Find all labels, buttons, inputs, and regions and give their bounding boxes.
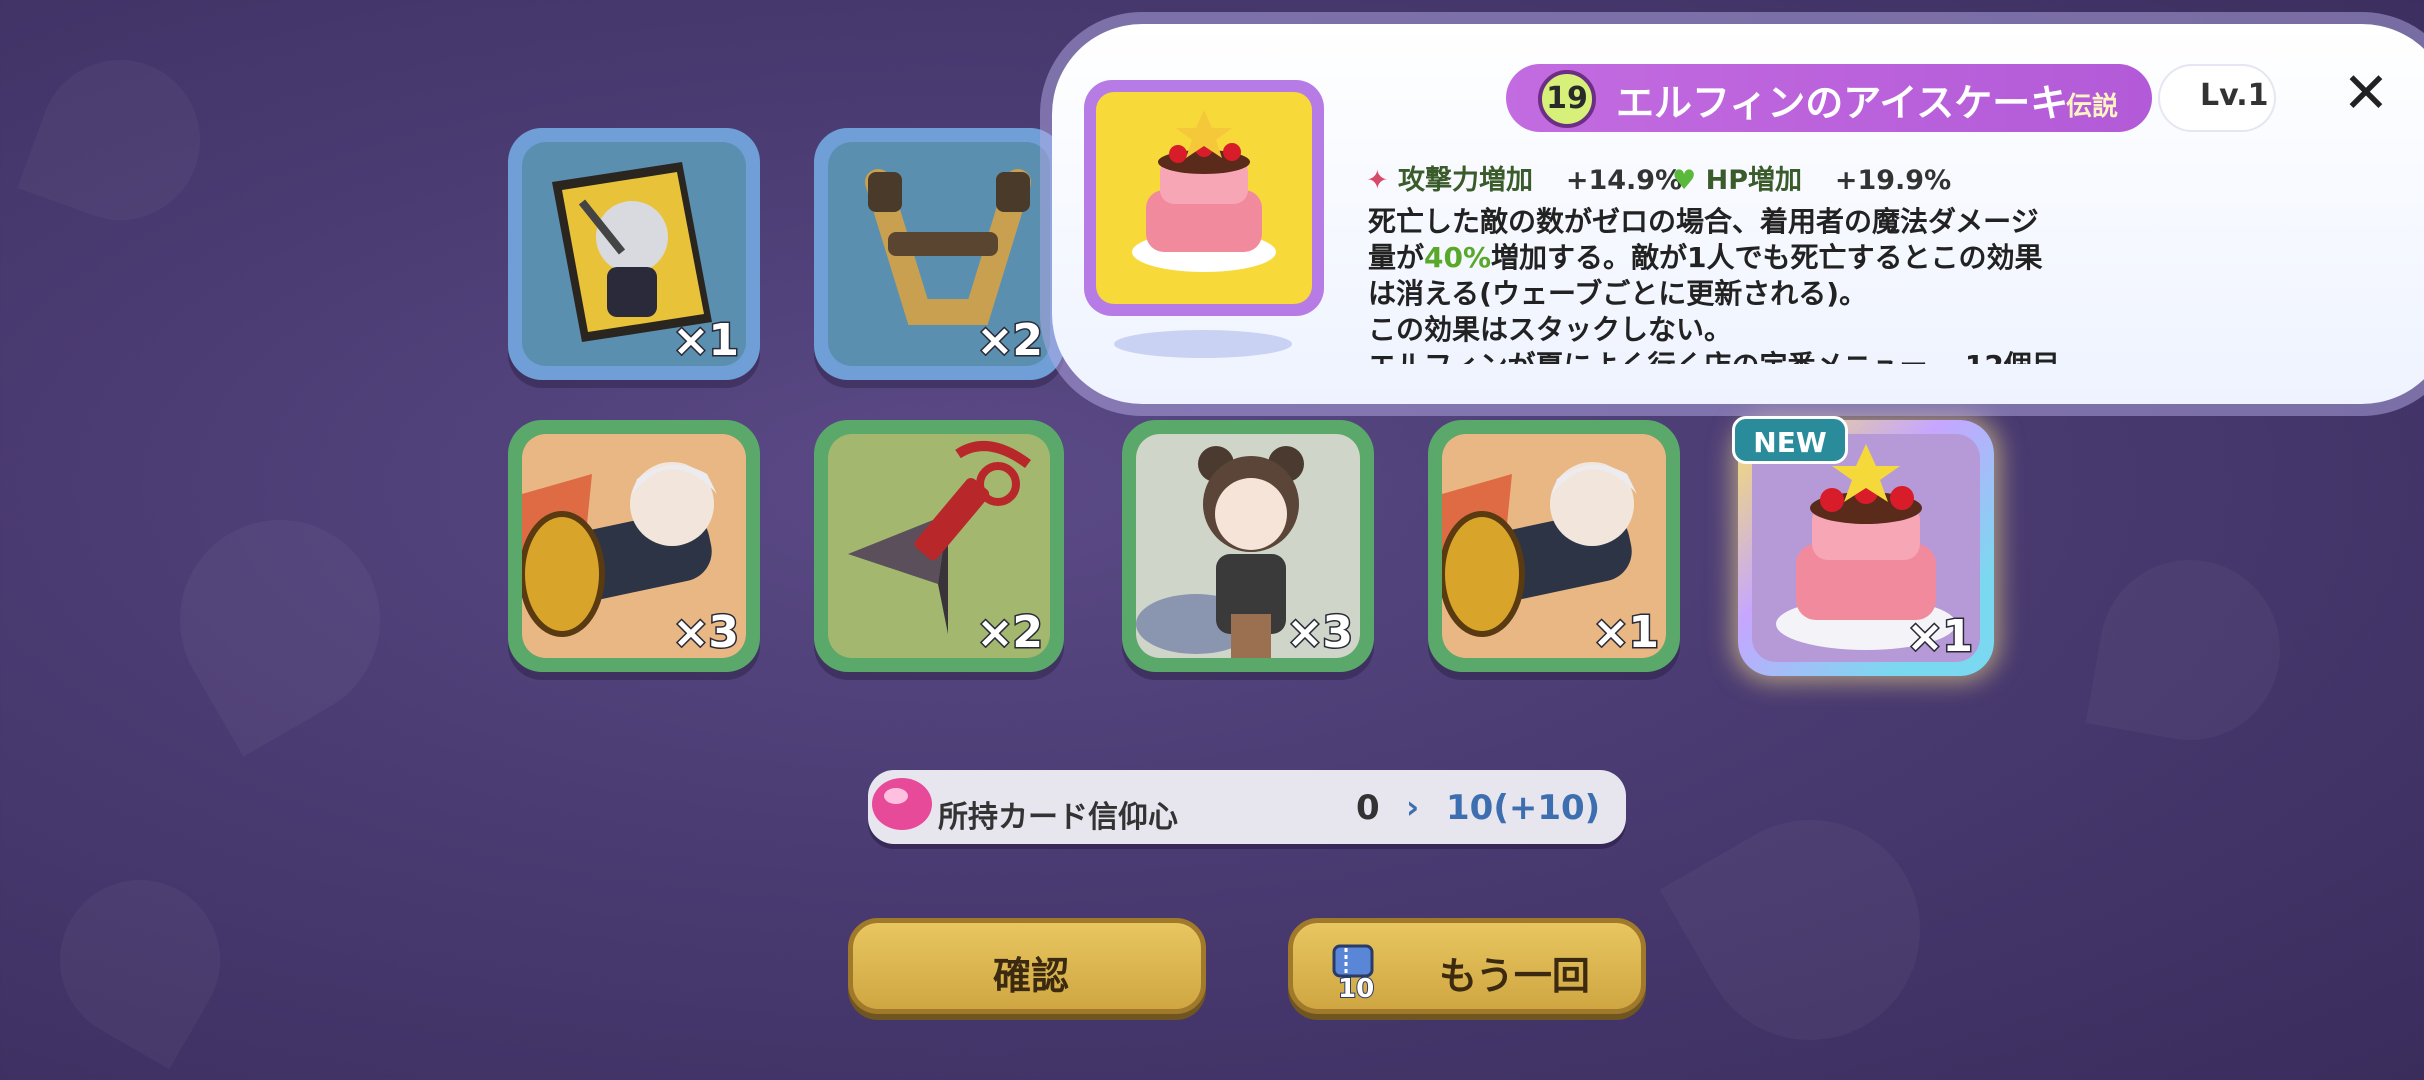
- pull-again-label: もう一回: [1439, 954, 1590, 998]
- card-bazooka-2[interactable]: ×1: [1428, 420, 1680, 672]
- card-count: ×1: [1905, 610, 1975, 664]
- ticket-count: 10: [1337, 973, 1375, 1005]
- stat-hp: ♥ HP増加 +19.9%: [1672, 158, 1951, 197]
- card-count: ×1: [671, 314, 741, 368]
- new-badge: NEW: [1732, 416, 1848, 464]
- bg-leaf: [30, 850, 250, 1070]
- card-kunai[interactable]: ×2: [814, 420, 1064, 672]
- item-name: エルフィンのアイスケーキ: [1616, 81, 2069, 125]
- desc-line: エルフィンが夏によく行く店の定番メニュー。 12個目: [1368, 348, 2068, 364]
- card-count: ×2: [975, 314, 1045, 368]
- stat-attack: ✦ 攻撃力増加 +14.9%: [1366, 158, 1682, 197]
- card-bear-girl[interactable]: ×3: [1122, 420, 1374, 672]
- bg-leaf: [143, 483, 417, 757]
- desc-line: は消える(ウェーブごとに更新される)。: [1368, 277, 1868, 310]
- desc-text: 量が: [1368, 241, 1425, 274]
- cake-icon: [1132, 110, 1276, 272]
- heart-icon: ♥: [1672, 165, 1697, 196]
- faith-arrow: ›: [1406, 788, 1420, 826]
- thumb-shadow: [1114, 330, 1292, 358]
- card-count: ×3: [1285, 606, 1355, 660]
- stat-value: +14.9%: [1565, 165, 1683, 196]
- card-count: ×1: [1591, 606, 1661, 660]
- bg-leaf: [17, 37, 223, 243]
- confirm-button[interactable]: 確認: [848, 918, 1206, 1014]
- desc-line: この効果はスタックしない。: [1368, 313, 1733, 346]
- attack-up-icon: ✦: [1366, 165, 1389, 196]
- desc-text: 増加する。敵が1人でも死亡するとこの効果: [1491, 241, 2043, 274]
- level-text: Lv.1: [2200, 78, 2269, 113]
- card-count: ×3: [671, 606, 741, 660]
- rank-badge: 19: [1538, 70, 1596, 128]
- stat-label: HP増加: [1705, 165, 1803, 196]
- faith-current: 0: [1356, 788, 1380, 828]
- card-bazooka-1[interactable]: ×3: [508, 420, 760, 672]
- bg-leaf: [1659, 779, 1961, 1080]
- desc-line: 量が40%増加する。敵が1人でも死亡するとこの効果: [1368, 240, 2068, 276]
- card-notebook[interactable]: ×1: [508, 128, 760, 380]
- card-count: ×2: [975, 606, 1045, 660]
- bg-leaf: [2085, 545, 2295, 755]
- desc-line: 死亡した敵の数がゼロの場合、着用者の魔法ダメージ: [1368, 205, 2039, 238]
- desc-highlight: 40%: [1424, 241, 1492, 274]
- rarity-label: 伝説: [2066, 92, 2119, 122]
- card-slingshot[interactable]: ×2: [814, 128, 1064, 380]
- item-description[interactable]: 死亡した敵の数がゼロの場合、着用者の魔法ダメージ 量が40%増加する。敵が1人で…: [1368, 204, 2088, 364]
- close-button[interactable]: ✕: [2338, 66, 2394, 122]
- stat-label: 攻撃力増加: [1398, 165, 1534, 196]
- confirm-label: 確認: [993, 954, 1070, 998]
- faith-next: 10(+10): [1446, 788, 1601, 828]
- item-thumbnail: [1084, 80, 1324, 316]
- faith-label: 所持カード信仰心: [938, 800, 1178, 835]
- faith-gem-icon: [872, 778, 932, 830]
- stat-value: +19.9%: [1834, 165, 1952, 196]
